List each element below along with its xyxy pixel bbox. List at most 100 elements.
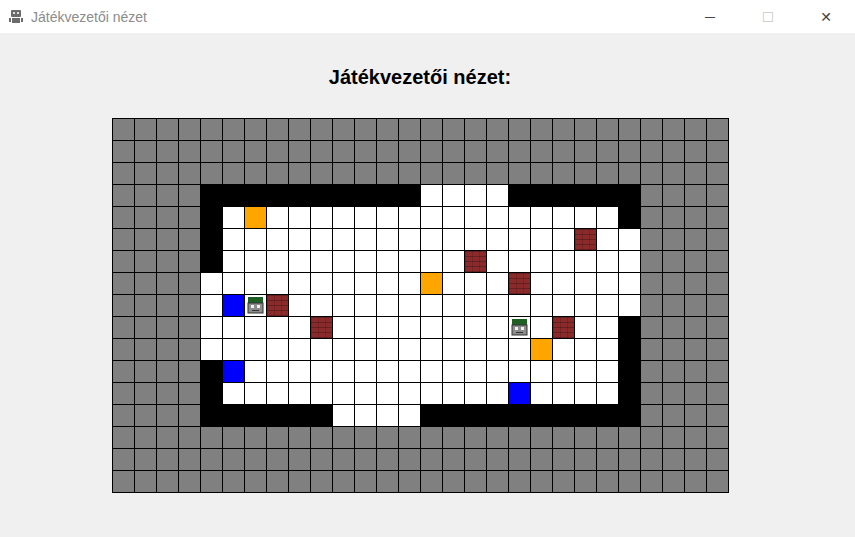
board-cell [421,185,442,206]
board-cell [289,119,310,140]
board-cell [201,185,222,206]
board-cell [685,141,706,162]
board-cell [597,207,618,228]
board-cell [663,229,684,250]
board-cell [663,471,684,492]
board-cell [113,471,134,492]
board-cell [311,427,332,448]
board-cell [685,427,706,448]
board-cell [179,317,200,338]
board-cell [245,405,266,426]
board-cell [399,383,420,404]
board-cell [311,185,332,206]
board-cell [597,251,618,272]
board-cell [465,273,486,294]
window: Játékvezetői nézet─☐✕Játékvezetői nézet: [0,0,855,537]
board-cell [553,163,574,184]
board-cell [267,427,288,448]
board-cell [663,141,684,162]
board-cell [135,251,156,272]
board-cell [685,405,706,426]
board-cell [685,185,706,206]
board-cell [223,119,244,140]
window-control-button[interactable]: ☐ [739,0,797,33]
board-cell [531,119,552,140]
board-cell [135,471,156,492]
board-cell [399,405,420,426]
board-cell [443,273,464,294]
board-cell [553,471,574,492]
robot-icon [245,295,266,316]
board-cell [575,383,596,404]
board-cell [487,317,508,338]
board-cell [509,295,530,316]
board-cell [113,405,134,426]
board-cell [245,141,266,162]
board-cell [179,383,200,404]
board-cell [487,163,508,184]
board-cell [135,383,156,404]
board-cell [201,317,222,338]
board-cell [575,163,596,184]
board-cell [421,317,442,338]
board-cell [267,361,288,382]
board-cell [157,163,178,184]
window-control-button[interactable]: ✕ [797,0,855,33]
board-cell [377,185,398,206]
board-cell [509,185,530,206]
board-cell [289,163,310,184]
board-cell [135,273,156,294]
window-control-button[interactable]: ─ [681,0,739,33]
board-cell [333,163,354,184]
board-cell [487,295,508,316]
board-cell [575,427,596,448]
board-cell [641,185,662,206]
board-cell [223,449,244,470]
board-cell [355,141,376,162]
board-cell [487,273,508,294]
board-cell [509,251,530,272]
board-cell [421,251,442,272]
board-cell [355,339,376,360]
board-cell [399,427,420,448]
board-cell [487,339,508,360]
board-cell [157,229,178,250]
board-cell [443,339,464,360]
board-cell [531,141,552,162]
board-cell [135,405,156,426]
board-cell [509,229,530,250]
board-cell [223,163,244,184]
board-cell [311,339,332,360]
board-cell [311,361,332,382]
board-cell [641,141,662,162]
board-cell [179,251,200,272]
board-cell [421,339,442,360]
board-cell [289,449,310,470]
board-cell [399,295,420,316]
board-cell [575,449,596,470]
board-cell [179,229,200,250]
board-cell [443,229,464,250]
board-cell [267,471,288,492]
board-cell [641,163,662,184]
board-cell [619,163,640,184]
board-cell [443,471,464,492]
board-cell [113,427,134,448]
board-cell [245,427,266,448]
board-cell [377,229,398,250]
board-cell [333,119,354,140]
board-cell [663,405,684,426]
board-cell [465,185,486,206]
board-cell [531,317,552,338]
board-cell [553,273,574,294]
board-cell [465,405,486,426]
board-cell [465,427,486,448]
board-cell [685,317,706,338]
board-cell [421,383,442,404]
board-cell [289,405,310,426]
board-cell [113,207,134,228]
board-cell [597,471,618,492]
board-cell [245,273,266,294]
board-cell [223,251,244,272]
board-cell [575,339,596,360]
